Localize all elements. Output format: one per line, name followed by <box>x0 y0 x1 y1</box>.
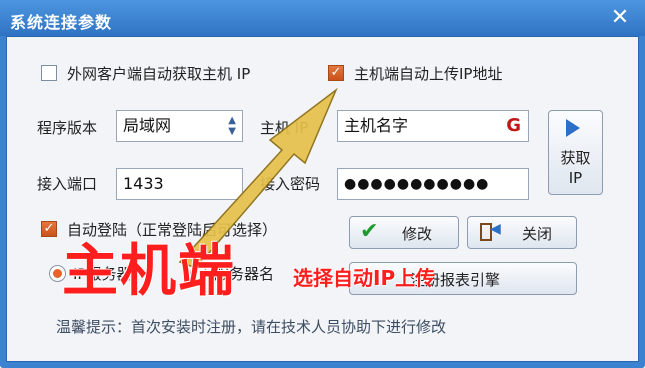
modify-label: 修改 <box>402 225 433 243</box>
spin-arrows-icon: ▲ ▼ <box>228 115 236 137</box>
password-label: 接入密码 <box>260 175 321 193</box>
auto-login-checkbox[interactable]: ✓ <box>41 221 57 237</box>
close-button[interactable]: ◀ 关闭 <box>467 216 577 249</box>
password-input[interactable]: ●●●●●●●●●●● <box>337 168 529 200</box>
dialog-window: 系统连接参数 ✕ 外网客户端自动获取主机 IP ✓ 主机端自动上传IP地址 程序… <box>0 0 645 368</box>
checkmark-icon: ✔ <box>360 219 379 244</box>
dialog-body: 外网客户端自动获取主机 IP ✓ 主机端自动上传IP地址 程序版本 局域网 ▲ ▼… <box>6 36 639 362</box>
refresh-icon[interactable]: G <box>506 111 521 141</box>
get-ip-label-line1: 获取 <box>560 149 591 167</box>
port-label: 接入端口 <box>37 175 98 193</box>
arrow-right-icon <box>566 119 580 137</box>
host-ip-value: 主机名字 <box>344 116 409 135</box>
host-ip-label: 主机 IP <box>260 119 309 137</box>
wan-auto-ip-label: 外网客户端自动获取主机 IP <box>67 65 251 83</box>
version-label: 程序版本 <box>37 119 98 137</box>
host-ip-input[interactable]: 主机名字 G <box>337 110 529 142</box>
close-arrow-icon: ◀ <box>490 221 501 237</box>
password-value: ●●●●●●●●●●● <box>344 176 490 192</box>
host-upload-ip-checkbox[interactable]: ✓ <box>328 65 344 81</box>
window-title: 系统连接参数 <box>10 13 113 32</box>
close-window-button[interactable]: ✕ <box>609 7 631 29</box>
close-label: 关闭 <box>522 225 553 243</box>
port-value: 1433 <box>123 174 164 193</box>
get-ip-label-line2: IP <box>568 169 583 187</box>
title-bar: 系统连接参数 ✕ <box>0 0 645 36</box>
hint-text: 温馨提示：首次安装时注册，请在技术人员协助下进行修改 <box>56 318 447 336</box>
version-select[interactable]: 局域网 ▲ ▼ <box>116 110 243 142</box>
wan-auto-ip-checkbox[interactable] <box>41 65 57 81</box>
overlay-small-text: 选择自动IP上传 <box>293 266 436 290</box>
overlay-big-text: 主机端 <box>62 239 236 304</box>
host-upload-ip-label: 主机端自动上传IP地址 <box>354 65 503 83</box>
version-value: 局域网 <box>123 116 172 135</box>
get-ip-button[interactable]: 获取 IP <box>548 110 603 195</box>
modify-button[interactable]: ✔ 修改 <box>349 216 459 249</box>
port-input[interactable]: 1433 <box>116 168 243 200</box>
